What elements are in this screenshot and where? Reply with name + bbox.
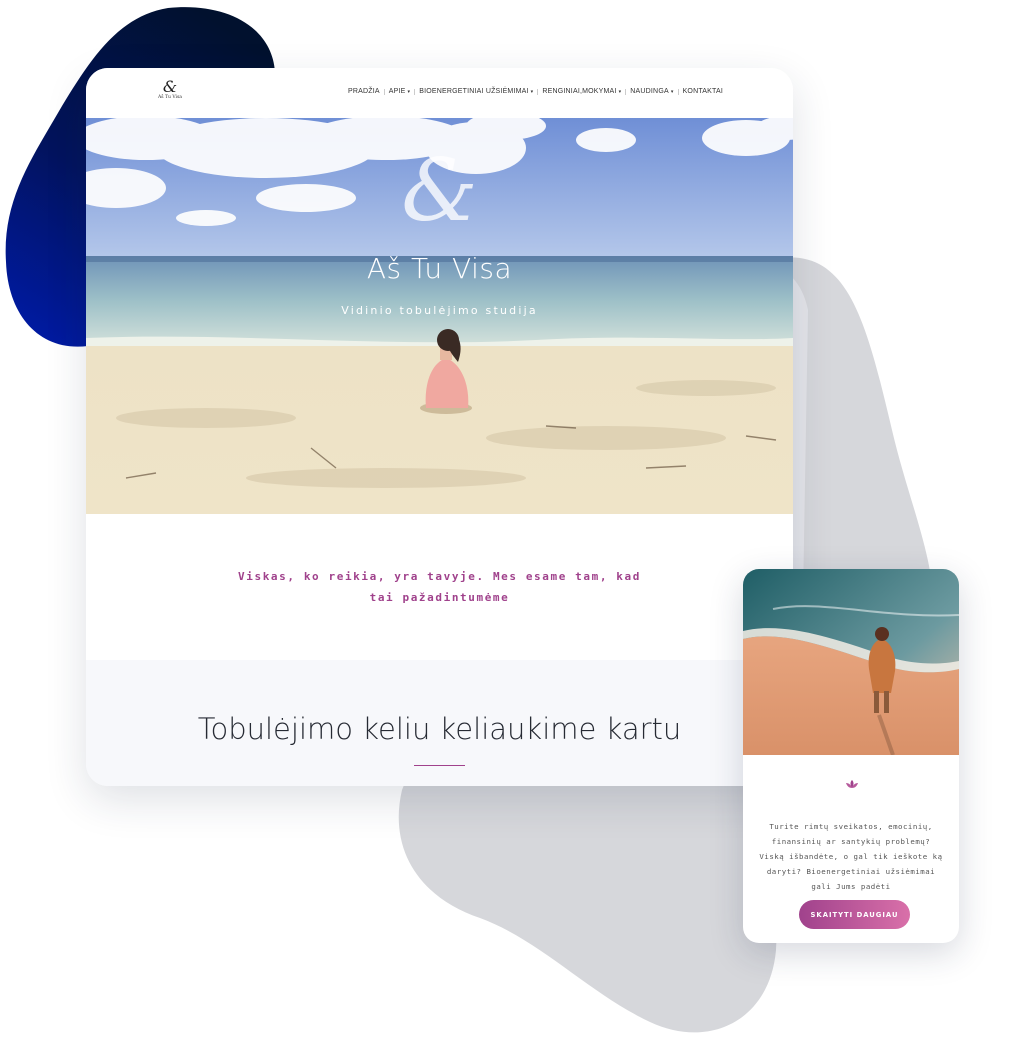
nav-item-apie[interactable]: APIE ▾ (389, 88, 410, 95)
title-underline (414, 765, 465, 766)
nav-item-pradzia[interactable]: PRADŽIA (348, 88, 380, 95)
nav-item-renginiai[interactable]: RENGINIAI,MOKYMAI ▾ (542, 88, 621, 95)
mobile-mockup: Turite rimtų sveikatos, emocinių, finans… (743, 569, 959, 943)
nav-separator (414, 88, 416, 95)
mobile-beach-photo (743, 569, 959, 755)
nav-label: PRADŽIA (347, 88, 380, 95)
nav-label: NAUDINGA (630, 88, 669, 95)
lotus-icon (846, 780, 858, 788)
hero-ampersand-mark: & (401, 141, 478, 241)
desktop-mockup: & Aš Tu Visa PRADŽIA APIE ▾ BIOENERGETINI… (86, 68, 793, 786)
nav-separator (625, 88, 627, 95)
nav-separator (677, 88, 679, 95)
section-title: Tobulėjimo keliu keliaukime kartu (197, 712, 682, 746)
hero-subtitle: Vidinio tobulėjimo studija (341, 304, 538, 317)
site-logo[interactable]: & Aš Tu Visa (150, 79, 190, 107)
read-more-button[interactable]: SKAITYTI DAUGIAU (799, 900, 910, 929)
nav-label: APIE (388, 88, 406, 95)
nav-item-bioenergetiniai[interactable]: BIOENERGETINIAI UŽSIĖMIMAI ▾ (419, 88, 533, 95)
caret-down-icon: ▾ (530, 88, 534, 95)
nav-separator (537, 88, 539, 95)
logo-text: Aš Tu Visa (158, 95, 182, 100)
intro-section: Viskas, ko reikia, yra tavyje. Mes esame… (86, 514, 793, 660)
caret-down-icon: ▾ (407, 88, 411, 95)
caret-down-icon: ▾ (618, 88, 622, 95)
hero-banner: & Aš Tu Visa Vidinio tobulėjimo studija (86, 118, 793, 514)
nav-item-naudinga[interactable]: NAUDINGA ▾ (630, 88, 673, 95)
caret-down-icon: ▾ (670, 88, 674, 95)
nav-label: KONTAKTAI (682, 88, 723, 95)
hero-title: Aš Tu Visa (366, 252, 513, 285)
nav-label: BIOENERGETINIAI UŽSIĖMIMAI (419, 88, 529, 95)
nav-menu: PRADŽIA APIE ▾ BIOENERGETINIAI UŽSIĖMIMAI… (348, 88, 723, 95)
nav-separator (383, 88, 385, 95)
navbar: & Aš Tu Visa PRADŽIA APIE ▾ BIOENERGETINI… (86, 68, 793, 118)
logo-ampersand: & (162, 77, 178, 96)
journey-section: Tobulėjimo keliu keliaukime kartu (86, 660, 793, 786)
nav-item-kontaktai[interactable]: KONTAKTAI (683, 88, 723, 95)
mobile-intro-text: Turite rimtų sveikatos, emocinių, finans… (759, 822, 943, 891)
intro-text: Viskas, ko reikia, yra tavyje. Mes esame… (238, 570, 641, 604)
nav-label: RENGINIAI,MOKYMAI (542, 88, 617, 95)
